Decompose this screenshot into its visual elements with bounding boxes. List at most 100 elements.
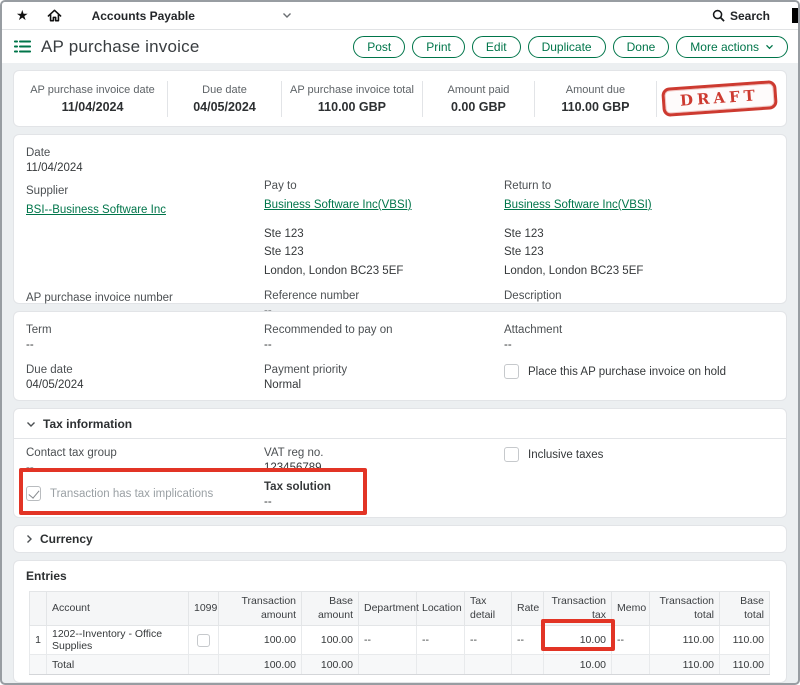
page-content: AP purchase invoice date 11/04/2024 Due …: [2, 63, 798, 683]
entry-transaction-total: 110.00: [650, 626, 720, 655]
payment-priority-field: Payment priority Normal: [264, 364, 504, 391]
details-column-2: Pay to Business Software Inc(VBSI) Ste 1…: [264, 147, 504, 330]
col-tax-detail: Tax detail: [465, 592, 512, 626]
total-label: Total: [47, 655, 189, 675]
vat-reg-field: VAT reg no. 123456789: [264, 447, 504, 474]
summary-invoice-date: AP purchase invoice date 11/04/2024: [18, 81, 168, 117]
inclusive-taxes-label: Inclusive taxes: [528, 447, 603, 464]
print-button[interactable]: Print: [412, 36, 465, 58]
total-base-total: 110.00: [720, 655, 770, 675]
entries-total-row: Total 100.00 100.00 10.00 110.00 110.00: [30, 655, 770, 675]
top-navigation-bar: ★ Accounts Payable Search: [2, 2, 798, 30]
more-actions-button[interactable]: More actions: [676, 36, 788, 58]
entry-memo: --: [612, 626, 650, 655]
contact-tax-group-field: Contact tax group --: [26, 447, 264, 474]
col-base-total: Base total: [720, 592, 770, 626]
col-rownum: [30, 592, 47, 626]
module-selector-label: Accounts Payable: [92, 9, 195, 23]
tax-solution-field: Tax solution --: [264, 481, 504, 508]
summary-invoice-total: AP purchase invoice total 110.00 GBP: [282, 81, 423, 117]
col-transaction-total: Transaction total: [650, 592, 720, 626]
col-account: Account: [47, 592, 189, 626]
hold-checkbox[interactable]: [504, 364, 519, 379]
hold-checkbox-row[interactable]: Place this AP purchase invoice on hold: [504, 364, 774, 381]
duplicate-button[interactable]: Duplicate: [528, 36, 606, 58]
term-field: Term --: [26, 324, 264, 351]
entries-header-row: Account 1099 Transaction amount Base amo…: [30, 592, 770, 626]
total-transaction-total: 110.00: [650, 655, 720, 675]
date-field: Date 11/04/2024: [26, 147, 264, 174]
return-to-address: Ste 123 Ste 123 London, London BC23 5EF: [504, 225, 774, 280]
tax-implications-checkbox-row[interactable]: Transaction has tax implications: [26, 481, 264, 508]
search-label: Search: [730, 9, 770, 23]
hold-checkbox-label: Place this AP purchase invoice on hold: [528, 364, 726, 381]
page-title: AP purchase invoice: [41, 37, 199, 57]
description-field: Description: [504, 290, 774, 302]
supplier-field: Supplier BSI--Business Software Inc: [26, 185, 264, 218]
post-button[interactable]: Post: [353, 36, 405, 58]
tax-section-header[interactable]: Tax information: [14, 417, 786, 439]
entry-tax-detail: --: [465, 626, 512, 655]
supplier-link[interactable]: BSI--Business Software Inc: [26, 204, 166, 216]
favorite-star-icon[interactable]: ★: [16, 7, 29, 24]
recommended-pay-field: Recommended to pay on --: [264, 324, 504, 351]
total-transaction-amount: 100.00: [219, 655, 302, 675]
pay-to-field: Pay to Business Software Inc(VBSI): [264, 180, 504, 213]
col-1099: 1099: [189, 592, 219, 626]
chevron-down-icon: [26, 421, 36, 428]
col-base-amount: Base amount: [302, 592, 359, 626]
return-to-field: Return to Business Software Inc(VBSI): [504, 180, 774, 213]
status-stamp: DRAFT: [661, 80, 778, 117]
currency-section-header[interactable]: Currency: [13, 525, 787, 553]
inclusive-taxes-checkbox[interactable]: [504, 447, 519, 462]
summary-amount-due: Amount due 110.00 GBP: [535, 81, 657, 117]
entry-account: 1202--Inventory - Office Supplies: [47, 626, 189, 655]
module-selector[interactable]: Accounts Payable: [92, 9, 292, 23]
pay-to-link[interactable]: Business Software Inc(VBSI): [264, 199, 412, 211]
details-column-3: Return to Business Software Inc(VBSI) St…: [504, 147, 774, 330]
entry-rownum: 1: [30, 626, 47, 655]
summary-amount-paid: Amount paid 0.00 GBP: [423, 81, 535, 117]
entry-location: --: [417, 626, 465, 655]
pay-to-address: Ste 123 Ste 123 London, London BC23 5EF: [264, 225, 504, 280]
search-icon: [712, 9, 725, 22]
entries-card: Entries Account 1099 Transaction amount: [13, 560, 787, 683]
global-search[interactable]: Search: [712, 9, 770, 23]
entry-1099-checkbox[interactable]: [197, 634, 210, 647]
entry-1099-cell: [189, 626, 219, 655]
summary-due-date: Due date 04/05/2024: [168, 81, 282, 117]
col-department: Department: [359, 592, 417, 626]
attachment-field: Attachment --: [504, 324, 774, 351]
tax-information-card: Tax information Contact tax group -- VAT…: [13, 408, 787, 518]
invoice-details-card: Date 11/04/2024 Supplier BSI--Business S…: [13, 134, 787, 304]
chevron-down-icon: [765, 44, 774, 50]
app-window: ★ Accounts Payable Search AP purchase in…: [0, 0, 800, 685]
terms-column-3: Attachment -- Place this AP purchase inv…: [504, 324, 774, 404]
tax-fields-row: Contact tax group -- VAT reg no. 1234567…: [14, 439, 786, 474]
chevron-down-icon: [282, 12, 292, 19]
col-location: Location: [417, 592, 465, 626]
tax-implications-label: Transaction has tax implications: [50, 486, 213, 503]
col-rate: Rate: [512, 592, 544, 626]
entry-transaction-amount: 100.00: [219, 626, 302, 655]
clipped-edge-icon[interactable]: [792, 8, 798, 23]
payment-terms-card: Term -- Due date 04/05/2024 Recommended …: [13, 311, 787, 401]
chevron-right-icon: [26, 534, 33, 544]
record-list-icon[interactable]: [14, 39, 31, 54]
col-transaction-amount: Transaction amount: [219, 592, 302, 626]
done-button[interactable]: Done: [613, 36, 670, 58]
home-icon[interactable]: [47, 8, 62, 23]
entry-row: 1 1202--Inventory - Office Supplies 100.…: [30, 626, 770, 655]
entries-title: Entries: [26, 569, 774, 583]
col-transaction-tax: Transaction tax: [544, 592, 612, 626]
entry-base-amount: 100.00: [302, 626, 359, 655]
inclusive-taxes-row[interactable]: Inclusive taxes: [504, 447, 774, 474]
tax-implications-checkbox[interactable]: [26, 486, 41, 501]
due-date-field: Due date 04/05/2024: [26, 364, 264, 391]
total-base-amount: 100.00: [302, 655, 359, 675]
return-to-link[interactable]: Business Software Inc(VBSI): [504, 199, 652, 211]
entry-department: --: [359, 626, 417, 655]
summary-strip: AP purchase invoice date 11/04/2024 Due …: [13, 70, 787, 127]
terms-column-2: Recommended to pay on -- Payment priorit…: [264, 324, 504, 404]
edit-button[interactable]: Edit: [472, 36, 521, 58]
